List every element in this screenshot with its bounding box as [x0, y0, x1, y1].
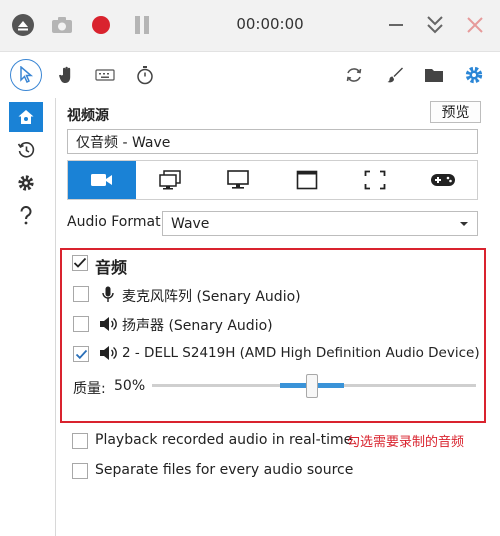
refresh-icon[interactable]	[340, 61, 368, 89]
pause-icon[interactable]	[129, 12, 155, 38]
speaker-icon	[100, 346, 117, 360]
chevron-down-icon	[460, 221, 468, 226]
device-label: 扬声器 (Senary Audio)	[122, 318, 273, 334]
quality-value: 50%	[114, 378, 146, 394]
window-mode-icon[interactable]	[136, 161, 204, 199]
source-mode-selector	[67, 160, 478, 200]
audio-heading: 音频	[95, 258, 128, 277]
separate-files-checkbox[interactable]	[72, 463, 88, 479]
sidebar	[0, 98, 56, 536]
quality-label: 质量:	[73, 381, 106, 397]
device-checkbox[interactable]	[73, 346, 89, 362]
playback-checkbox[interactable]	[72, 433, 88, 449]
region-window-icon[interactable]	[273, 161, 341, 199]
audio-format-dropdown[interactable]: Wave	[162, 211, 478, 236]
stopwatch-icon[interactable]	[131, 61, 159, 89]
microphone-icon	[102, 286, 114, 302]
device-label: 2 - DELL S2419H (AMD High Definition Aud…	[122, 345, 480, 361]
toolbar	[0, 52, 500, 98]
camera-mode-icon[interactable]	[68, 161, 137, 199]
keyboard-icon[interactable]	[91, 61, 119, 89]
device-label: 麦克风阵列 (Senary Audio)	[122, 289, 301, 305]
pointer-icon[interactable]	[10, 59, 42, 91]
video-source-field[interactable]: 仅音频 - Wave	[67, 129, 478, 154]
preview-button[interactable]: 预览	[430, 101, 481, 123]
brush-icon[interactable]	[381, 61, 409, 89]
audio-format-label: Audio Format	[67, 214, 161, 230]
checkmark-icon	[75, 349, 87, 359]
device-checkbox[interactable]	[73, 316, 89, 332]
minimize-icon[interactable]	[383, 12, 409, 38]
hand-icon[interactable]	[52, 61, 80, 89]
playback-label: Playback recorded audio in real-time	[95, 432, 353, 448]
home-icon[interactable]	[9, 102, 43, 132]
folder-icon[interactable]	[420, 61, 448, 89]
fullscreen-icon[interactable]	[341, 161, 409, 199]
title-bar: 00:00:00	[0, 0, 500, 52]
checkmark-icon	[73, 257, 87, 268]
timer: 00:00:00	[236, 15, 304, 33]
gear-icon[interactable]	[9, 168, 43, 198]
audio-format-value: Wave	[171, 215, 210, 232]
help-icon[interactable]	[9, 201, 43, 231]
camera-icon[interactable]	[49, 12, 75, 38]
video-source-label: 视频源	[67, 108, 109, 124]
history-icon[interactable]	[9, 135, 43, 165]
device-checkbox[interactable]	[73, 286, 89, 302]
audio-checkbox[interactable]	[72, 255, 88, 271]
separate-files-label: Separate files for every audio source	[95, 462, 354, 478]
annotation-note: 勾选需要录制的音频	[347, 435, 465, 450]
screen-mode-icon[interactable]	[204, 161, 272, 199]
speaker-icon	[100, 317, 117, 331]
record-icon[interactable]	[88, 12, 114, 38]
close-icon[interactable]	[462, 12, 488, 38]
settings-icon[interactable]	[460, 61, 488, 89]
game-icon[interactable]	[409, 161, 477, 199]
collapse-icon[interactable]	[422, 12, 448, 38]
eject-icon[interactable]	[10, 12, 36, 38]
quality-slider-thumb[interactable]	[306, 374, 318, 398]
